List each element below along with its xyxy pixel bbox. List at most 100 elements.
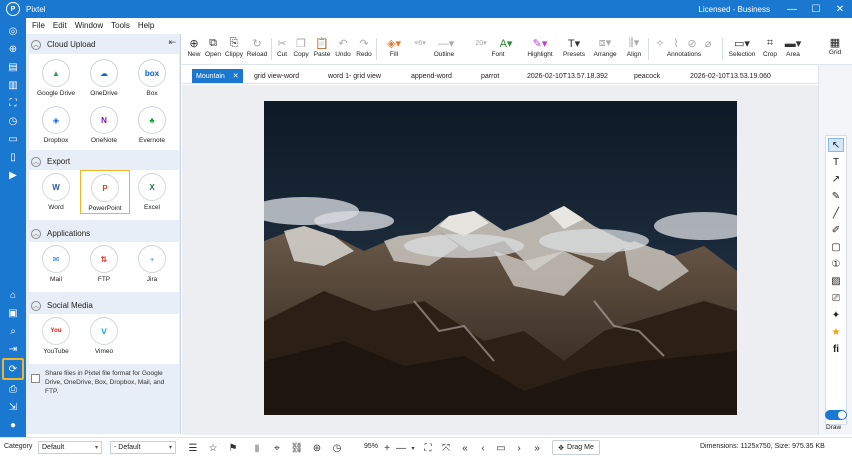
home-icon[interactable]: ⌂: [6, 288, 20, 302]
user-icon[interactable]: ●: [6, 418, 20, 432]
prev-page-icon[interactable]: ‹: [476, 441, 490, 455]
pin-panel-icon[interactable]: ⇤: [168, 37, 176, 48]
text-tool-icon[interactable]: T: [828, 155, 844, 169]
subcategory-select[interactable]: - Default ▾: [110, 441, 176, 454]
window-icon[interactable]: ▭: [6, 132, 20, 146]
box-button[interactable]: box Box: [130, 59, 174, 97]
menu-tools[interactable]: Tools: [111, 21, 130, 30]
pen-tool-icon[interactable]: ✎: [828, 189, 844, 203]
fit-icon[interactable]: ⛶: [421, 441, 435, 455]
star-icon[interactable]: ☆: [206, 441, 220, 455]
video-icon[interactable]: ▶: [6, 168, 20, 182]
close-tab-icon[interactable]: ✕: [233, 72, 239, 80]
section-social-media[interactable]: ︿ Social Media: [29, 298, 179, 313]
single-page-icon[interactable]: ▭: [494, 441, 508, 455]
draw-toggle[interactable]: [825, 410, 847, 420]
section-cloud-upload[interactable]: ︿ Cloud Upload: [29, 37, 179, 52]
capture-icon[interactable]: ◎: [6, 24, 20, 38]
font-button[interactable]: A▾: [494, 35, 518, 51]
select-tool-icon[interactable]: ↖: [828, 138, 844, 152]
crop-button[interactable]: ⌗ Crop: [760, 35, 780, 59]
vimeo-button[interactable]: v Vimeo: [82, 317, 126, 355]
canvas-area[interactable]: [182, 85, 818, 435]
onedrive-button[interactable]: ☁ OneDrive: [82, 59, 126, 97]
minimize-button[interactable]: —: [780, 0, 804, 18]
new-button[interactable]: ⊕ New: [185, 35, 203, 59]
step-tool-icon[interactable]: ①: [828, 257, 844, 271]
jira-button[interactable]: ♆ Jira: [130, 245, 174, 283]
tab-2026-02-10t13-53[interactable]: 2026-02-10T13.53.19.060: [690, 69, 771, 83]
align-button[interactable]: ⫼▾ Align: [622, 35, 646, 58]
next-page-icon[interactable]: ›: [512, 441, 526, 455]
magic-tool-icon[interactable]: ✦: [828, 308, 844, 322]
menu-edit[interactable]: Edit: [53, 21, 67, 30]
share-pixtel-format-checkbox[interactable]: [31, 374, 40, 383]
image-tool-icon[interactable]: ▨: [828, 274, 844, 288]
history-icon[interactable]: ◷: [330, 441, 344, 455]
link-icon[interactable]: ⛓: [290, 441, 304, 455]
excel-button[interactable]: X Excel: [130, 173, 174, 211]
signin-icon[interactable]: ⇲: [6, 400, 20, 414]
fill-button[interactable]: ◈▾ Fill: [379, 35, 409, 59]
maximize-button[interactable]: ☐: [804, 0, 828, 18]
section-export[interactable]: ︿ Export: [29, 154, 179, 169]
undo-button[interactable]: ↶ Undo: [333, 35, 353, 59]
line-tool-icon[interactable]: ╱: [828, 206, 844, 220]
export-icon[interactable]: ⇥: [6, 342, 20, 356]
zoom-in-icon[interactable]: +: [380, 441, 394, 455]
area-button[interactable]: ▬▾ Area: [781, 35, 805, 59]
open-button[interactable]: ⧉ Open: [203, 35, 223, 59]
youtube-button[interactable]: You YouTube: [34, 317, 78, 355]
annotation-arrow-tool[interactable]: ✧: [652, 35, 668, 51]
word-button[interactable]: W Word: [34, 173, 78, 211]
tab-mountain[interactable]: Mountain ✕: [192, 69, 243, 83]
powerpoint-button[interactable]: P PowerPoint: [80, 170, 130, 214]
font-size-select[interactable]: 20 ▾: [469, 35, 493, 51]
add-link-icon[interactable]: ⊛: [310, 441, 324, 455]
grid-button[interactable]: ▦ Grid: [818, 36, 852, 56]
annotation-erase-tool[interactable]: ⌀: [700, 35, 716, 51]
tab-grid-view-word[interactable]: grid view-word: [254, 69, 299, 83]
zoom-dropdown-icon[interactable]: ▾: [406, 441, 420, 455]
clippy-button[interactable]: ⎘ Clippy: [223, 35, 245, 59]
drag-me-button[interactable]: ✥ Drag Me: [552, 440, 600, 455]
list-icon[interactable]: ☰: [186, 441, 200, 455]
zoom-level[interactable]: 95%: [364, 443, 378, 450]
ligature-tool-icon[interactable]: fi: [828, 342, 844, 356]
mail-button[interactable]: ✉ Mail: [34, 245, 78, 283]
menu-window[interactable]: Window: [75, 21, 103, 30]
presets-button[interactable]: T▾ Presets: [560, 35, 588, 59]
mountain-image[interactable]: [264, 101, 737, 415]
tab-2026-02-10t13-57[interactable]: 2026-02-10T13.57.18.392: [527, 69, 608, 83]
ftp-button[interactable]: ⇅ FTP: [82, 245, 126, 283]
tab-append-word[interactable]: append-word: [411, 69, 452, 83]
outline-style-select[interactable]: —▾: [431, 35, 461, 51]
tag-icon[interactable]: ⌖: [270, 441, 284, 455]
annotation-brush-tool[interactable]: ⌇: [668, 35, 684, 51]
category-select[interactable]: Default ▾: [38, 441, 102, 454]
flag-icon[interactable]: ⚑: [226, 441, 240, 455]
print-icon[interactable]: ⎙: [6, 382, 20, 396]
shape-tool-icon[interactable]: ▢: [828, 240, 844, 254]
google-drive-button[interactable]: ▲ Google Drive: [34, 59, 78, 97]
redo-button[interactable]: ↷ Redo: [354, 35, 374, 59]
outline-width-select[interactable]: ≡ 6 ▾: [411, 35, 429, 51]
star-tool-icon[interactable]: ★: [828, 325, 844, 339]
tab-word-1-grid-view[interactable]: word 1- grid view: [328, 69, 381, 83]
tab-parrot[interactable]: parrot: [481, 69, 499, 83]
section-applications[interactable]: ︿ Applications: [29, 226, 179, 241]
timer-icon[interactable]: ◷: [6, 114, 20, 128]
arrow-tool-icon[interactable]: ↗: [828, 172, 844, 186]
onenote-button[interactable]: N OneNote: [82, 106, 126, 144]
arrange-button[interactable]: ⧈▾ Arrange: [590, 35, 620, 58]
library-icon[interactable]: ▣: [6, 306, 20, 320]
share-icon[interactable]: ⟳: [2, 358, 24, 380]
region-icon[interactable]: ⛶: [6, 96, 20, 110]
selection-button[interactable]: ▭▾ Selection: [726, 35, 758, 59]
bookmark-icon[interactable]: ▮: [250, 441, 264, 455]
first-page-icon[interactable]: «: [458, 441, 472, 455]
reload-button[interactable]: ↻ Reload: [245, 35, 269, 59]
actual-size-icon[interactable]: ⤧: [439, 441, 453, 455]
document-icon[interactable]: ▤: [6, 60, 20, 74]
stamp-tool-icon[interactable]: ⎚: [828, 291, 844, 305]
